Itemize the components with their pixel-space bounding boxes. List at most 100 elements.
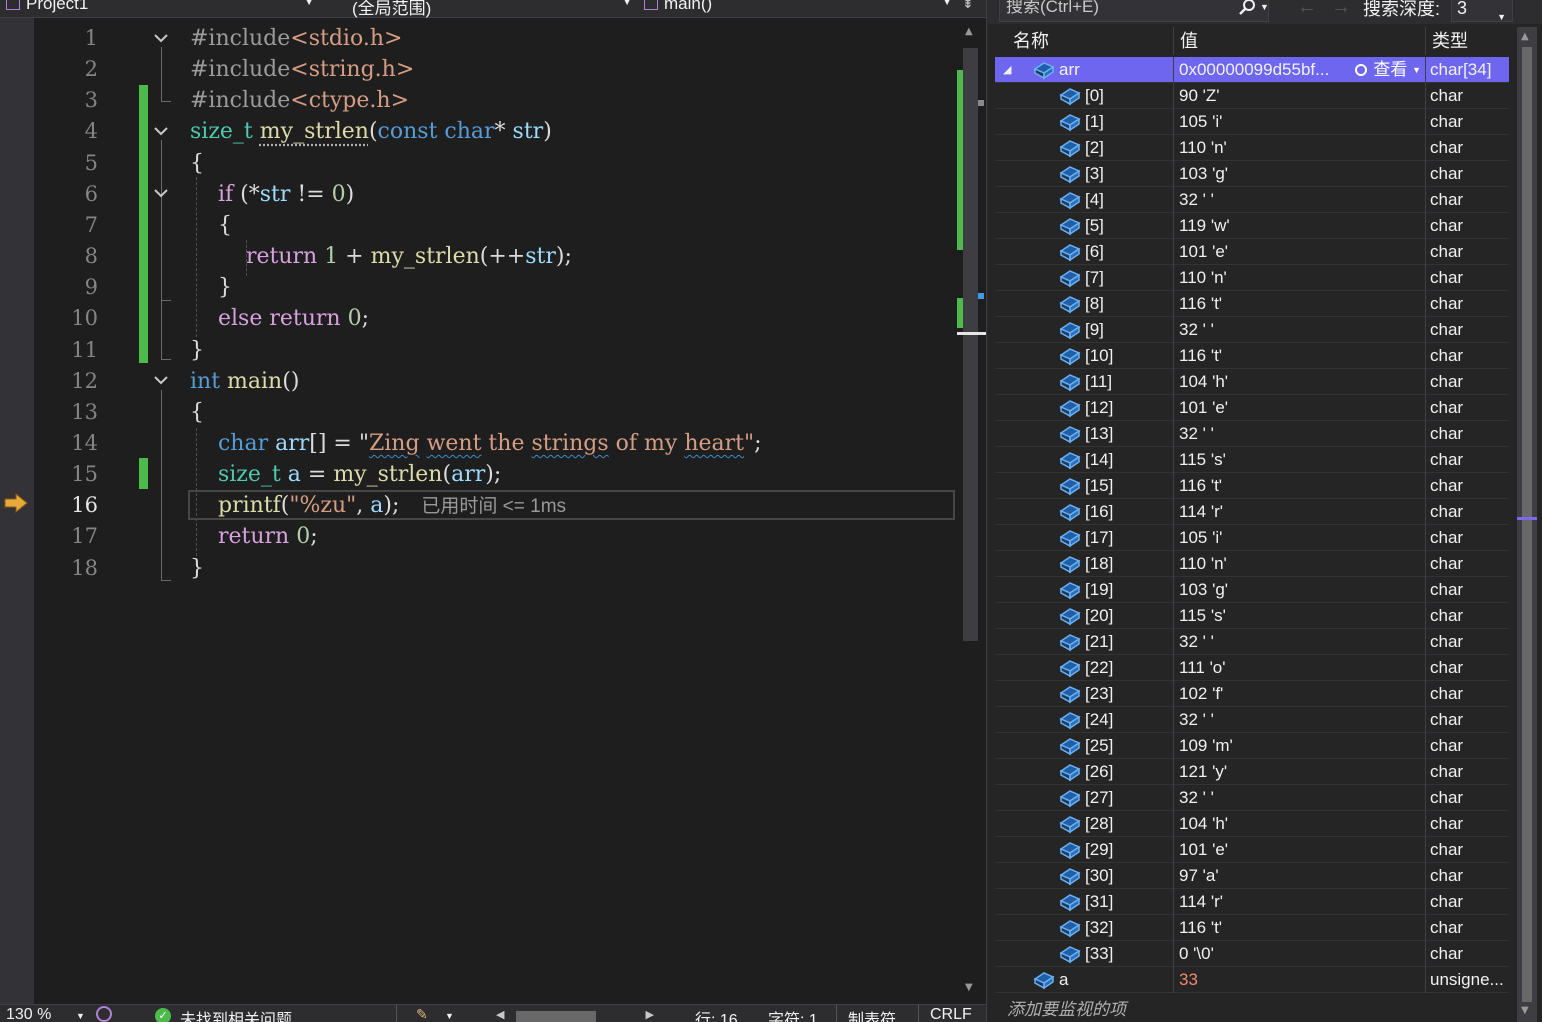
watch-type-cell[interactable]: char <box>1426 941 1509 967</box>
code-line[interactable]: size_t a = my_strlen(arr); <box>190 459 501 490</box>
watch-value-cell[interactable]: 104 'h' <box>1174 369 1426 395</box>
watch-row-element[interactable]: [20] 115 's' char <box>995 603 1509 629</box>
watch-name-cell[interactable]: ◢ arr <box>995 57 1174 83</box>
watch-type-cell[interactable]: char <box>1426 161 1509 187</box>
watch-value-cell[interactable]: 32 ' ' <box>1174 421 1426 447</box>
code-line[interactable]: if (*str != 0) <box>190 179 354 210</box>
watch-type-cell[interactable]: char <box>1426 759 1509 785</box>
code-line[interactable]: return 1 + my_strlen(++str); <box>190 241 572 272</box>
watch-row-element[interactable]: [19] 103 'g' char <box>995 577 1509 603</box>
watch-row-element[interactable]: [6] 101 'e' char <box>995 239 1509 265</box>
watch-type-cell[interactable]: char <box>1426 551 1509 577</box>
watch-type-cell[interactable]: char <box>1426 577 1509 603</box>
column-indicator[interactable]: 字符: 1 <box>768 1006 818 1022</box>
watch-row-a[interactable]: a 33 unsigne... <box>995 967 1509 993</box>
watch-value-cell[interactable]: 102 'f' <box>1174 681 1426 707</box>
line-indicator[interactable]: 行: 16 <box>695 1006 738 1022</box>
watch-value-cell[interactable]: 116 't' <box>1174 473 1426 499</box>
view-button[interactable]: 查看 ▼ <box>1355 57 1421 83</box>
watch-value-cell[interactable]: 116 't' <box>1174 915 1426 941</box>
watch-value-cell[interactable]: 114 'r' <box>1174 889 1426 915</box>
watch-type-cell[interactable]: char <box>1426 837 1509 863</box>
split-window-icon[interactable]: ⇟ <box>962 0 982 16</box>
watch-value-cell[interactable]: 97 'a' <box>1174 863 1426 889</box>
watch-value-cell[interactable]: 119 'w' <box>1174 213 1426 239</box>
watch-name-cell[interactable]: [17] <box>995 525 1174 551</box>
watch-row-element[interactable]: [25] 109 'm' char <box>995 733 1509 759</box>
watch-row-element[interactable]: [23] 102 'f' char <box>995 681 1509 707</box>
code-line[interactable]: return 0; <box>190 521 318 552</box>
watch-row-element[interactable]: [30] 97 'a' char <box>995 863 1509 889</box>
watch-type-cell[interactable]: char <box>1426 265 1509 291</box>
watch-name-cell[interactable]: [8] <box>995 291 1174 317</box>
watch-name-cell[interactable]: [15] <box>995 473 1174 499</box>
watch-value-cell[interactable]: 0x00000099d55bf... 查看 ▼ <box>1174 57 1426 83</box>
code-line[interactable]: { <box>190 210 232 241</box>
scrollbar-thumb[interactable] <box>516 1011 596 1022</box>
watch-value-cell[interactable]: 32 ' ' <box>1174 629 1426 655</box>
watch-row-element[interactable]: [27] 32 ' ' char <box>995 785 1509 811</box>
watch-type-cell[interactable]: char <box>1426 135 1509 161</box>
code-line[interactable]: #include<ctype.h> <box>190 85 409 116</box>
chevron-down-icon[interactable]: ▼ <box>1260 2 1269 12</box>
line-ending-mode[interactable]: CRLF <box>930 1006 972 1022</box>
watch-type-cell[interactable]: char <box>1426 785 1509 811</box>
watch-row-element[interactable]: [1] 105 'i' char <box>995 109 1509 135</box>
watch-row-element[interactable]: [26] 121 'y' char <box>995 759 1509 785</box>
watch-name-cell[interactable]: [1] <box>995 109 1174 135</box>
watch-row-element[interactable]: [8] 116 't' char <box>995 291 1509 317</box>
watch-row-element[interactable]: [7] 110 'n' char <box>995 265 1509 291</box>
scroll-down-icon[interactable]: ▼ <box>1521 1005 1529 1016</box>
watch-row-element[interactable]: [5] 119 'w' char <box>995 213 1509 239</box>
code-editor[interactable]: Project1 ▼ (全局范围) ▼ main() ▼ ⇟ 123456789… <box>0 0 986 1022</box>
watch-row-element[interactable]: [14] 115 's' char <box>995 447 1509 473</box>
watch-name-cell[interactable]: a <box>995 967 1174 993</box>
watch-value-cell[interactable]: 121 'y' <box>1174 759 1426 785</box>
watch-value-cell[interactable]: 90 'Z' <box>1174 83 1426 109</box>
watch-type-cell[interactable]: char <box>1426 603 1509 629</box>
watch-type-cell[interactable]: char <box>1426 733 1509 759</box>
watch-name-cell[interactable]: [22] <box>995 655 1174 681</box>
watch-row-element[interactable]: [12] 101 'e' char <box>995 395 1509 421</box>
watch-name-cell[interactable]: [10] <box>995 343 1174 369</box>
collapse-chevron-icon[interactable] <box>151 183 171 203</box>
watch-name-cell[interactable]: [27] <box>995 785 1174 811</box>
watch-value-cell[interactable]: 110 'n' <box>1174 135 1426 161</box>
watch-name-cell[interactable]: [31] <box>995 889 1174 915</box>
watch-type-cell[interactable]: char <box>1426 499 1509 525</box>
watch-type-cell[interactable]: char <box>1426 369 1509 395</box>
arrow-right-icon[interactable]: → <box>1331 0 1351 19</box>
watch-value-cell[interactable]: 101 'e' <box>1174 395 1426 421</box>
watch-value-cell[interactable]: 109 'm' <box>1174 733 1426 759</box>
watch-row-element[interactable]: [17] 105 'i' char <box>995 525 1509 551</box>
watch-row-element[interactable]: [18] 110 'n' char <box>995 551 1509 577</box>
watch-row-element[interactable]: [21] 32 ' ' char <box>995 629 1509 655</box>
watch-name-cell[interactable]: [29] <box>995 837 1174 863</box>
watch-row-element[interactable]: [33] 0 '\0' char <box>995 941 1509 967</box>
watch-type-cell[interactable]: char <box>1426 187 1509 213</box>
arrow-left-icon[interactable]: ← <box>1297 0 1317 19</box>
watch-row-element[interactable]: [4] 32 ' ' char <box>995 187 1509 213</box>
scroll-up-icon[interactable]: ▲ <box>965 26 973 37</box>
scroll-right-icon[interactable]: ▶ <box>646 1008 654 1021</box>
watch-value-cell[interactable]: 110 'n' <box>1174 265 1426 291</box>
collapse-chevron-icon[interactable] <box>151 370 171 390</box>
scrollbar-thumb[interactable] <box>1522 47 1532 1002</box>
code-line[interactable]: char arr[] = "Zing went the strings of m… <box>190 428 762 459</box>
scroll-down-icon[interactable]: ▼ <box>965 982 973 993</box>
watch-row-element[interactable]: [2] 110 'n' char <box>995 135 1509 161</box>
zoom-level[interactable]: 130 % <box>6 1006 51 1022</box>
watch-type-cell[interactable]: char <box>1426 213 1509 239</box>
scroll-up-icon[interactable]: ▲ <box>1521 31 1529 42</box>
watch-name-cell[interactable]: [16] <box>995 499 1174 525</box>
watch-value-cell[interactable]: 33 <box>1174 967 1426 993</box>
watch-row-arr[interactable]: ◢ arr 0x00000099d55bf... 查看 ▼ char[34] <box>995 57 1509 83</box>
watch-name-cell[interactable]: [20] <box>995 603 1174 629</box>
watch-type-cell[interactable]: char <box>1426 109 1509 135</box>
code-line[interactable]: } <box>190 272 232 303</box>
watch-name-cell[interactable]: [9] <box>995 317 1174 343</box>
watch-row-element[interactable]: [10] 116 't' char <box>995 343 1509 369</box>
watch-type-cell[interactable]: char <box>1426 707 1509 733</box>
watch-name-cell[interactable]: [18] <box>995 551 1174 577</box>
watch-type-cell[interactable]: char <box>1426 629 1509 655</box>
